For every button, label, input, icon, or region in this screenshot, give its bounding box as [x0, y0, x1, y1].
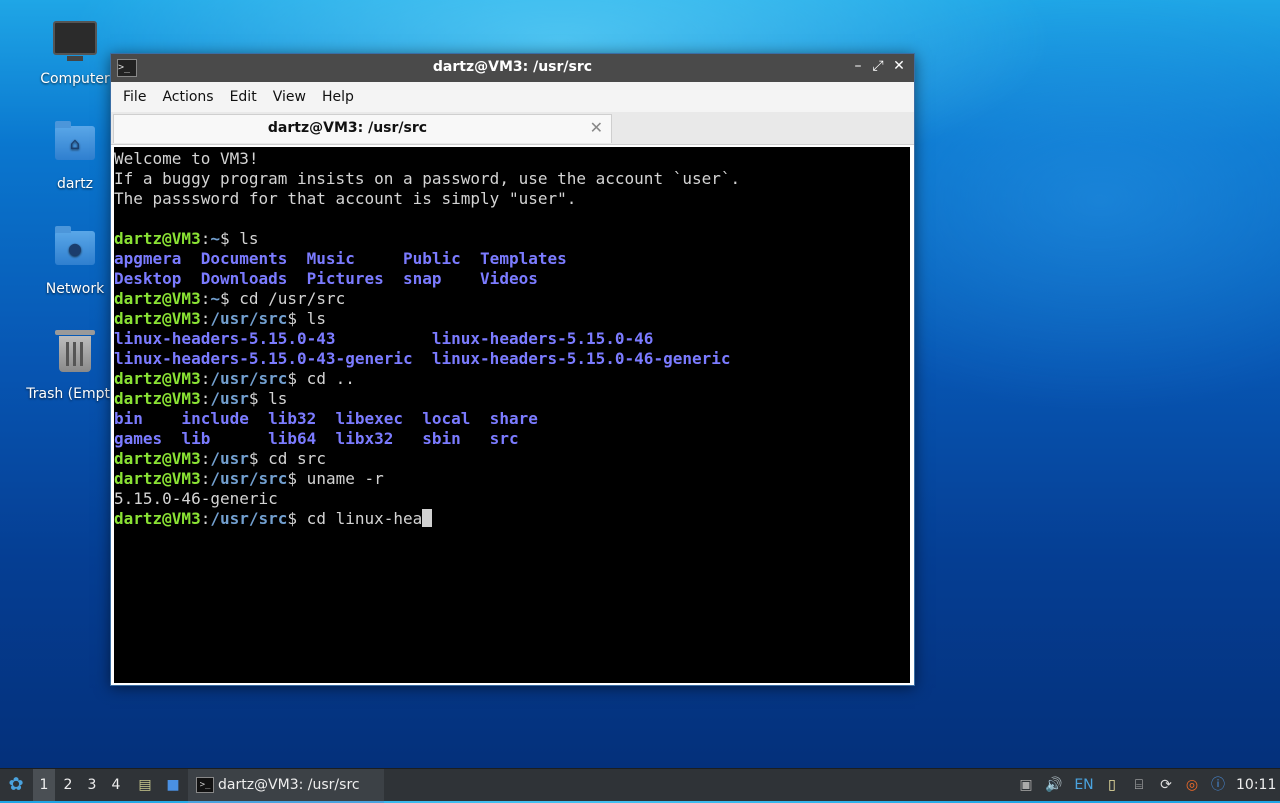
window-title: dartz@VM3: /usr/src — [432, 59, 593, 75]
taskbar: ✿ 1 2 3 4 ▤ ■ >_ dartz@VM3: /usr/src ▣ 🔊… — [0, 768, 1280, 803]
trash-icon — [53, 330, 97, 380]
ls-output: linux-headers-5.15.0-43-generic linux-he… — [114, 349, 731, 368]
clock[interactable]: 10:11 — [1236, 769, 1276, 801]
ls-output: bin include lib32 libexec local share — [114, 409, 538, 428]
menu-actions[interactable]: Actions — [154, 89, 221, 105]
close-button[interactable]: ✕ — [890, 58, 908, 74]
notes-icon[interactable]: ▯ — [1102, 769, 1122, 801]
maximize-button[interactable]: ⤢ — [869, 58, 887, 74]
welcome-line: The passsword for that account is simply… — [114, 189, 577, 208]
volume-icon[interactable]: 🔊 — [1044, 769, 1064, 801]
tab-close-icon[interactable]: ✕ — [590, 118, 603, 137]
workspace-3[interactable]: 3 — [81, 769, 103, 801]
show-desktop-icon[interactable]: ■ — [162, 769, 184, 801]
file-manager-icon[interactable]: ▤ — [134, 769, 156, 801]
ls-output: linux-headers-5.15.0-43 linux-headers-5.… — [114, 329, 654, 348]
menu-file[interactable]: File — [115, 89, 154, 105]
menu-edit[interactable]: Edit — [222, 89, 265, 105]
notification-icon[interactable]: ⓘ — [1208, 769, 1228, 801]
terminal-line: dartz@VM3:~$ cd /usr/src — [114, 289, 346, 308]
keyboard-layout[interactable]: EN — [1072, 769, 1096, 801]
tab-bar: dartz@VM3: /usr/src ✕ — [111, 112, 914, 145]
network-icon[interactable]: ⌸ — [1128, 769, 1150, 801]
menu-bar: File Actions Edit View Help — [111, 82, 914, 112]
command-output: 5.15.0-46-generic — [114, 489, 278, 508]
tab-terminal[interactable]: dartz@VM3: /usr/src ✕ — [113, 114, 612, 143]
terminal-line: dartz@VM3:/usr/src$ cd .. — [114, 369, 355, 388]
workspace-2[interactable]: 2 — [57, 769, 79, 801]
text-cursor — [422, 509, 433, 527]
terminal-line: dartz@VM3:/usr/src$ ls — [114, 309, 326, 328]
update-icon[interactable]: ⟳ — [1156, 769, 1176, 801]
network-folder-icon: ● — [53, 226, 97, 275]
welcome-line: Welcome to VM3! — [114, 149, 259, 168]
minimize-button[interactable]: – — [849, 58, 867, 74]
tab-title: dartz@VM3: /usr/src — [267, 120, 428, 136]
ls-output: games lib lib64 libx32 sbin src — [114, 429, 519, 448]
taskbar-task-terminal[interactable]: >_ dartz@VM3: /usr/src — [188, 769, 384, 803]
home-folder-icon: ⌂ — [53, 121, 97, 170]
start-menu-icon[interactable]: ✿ — [4, 769, 28, 801]
ls-output: apgmera Documents Music Public Templates — [114, 249, 567, 268]
terminal-window: >_ dartz@VM3: /usr/src – ⤢ ✕ File Action… — [110, 53, 915, 686]
terminal-line: dartz@VM3:/usr/src$ uname -r — [114, 469, 384, 488]
terminal-line: dartz@VM3:/usr/src$ cd linux-hea — [114, 509, 910, 529]
task-label: dartz@VM3: /usr/src — [218, 777, 360, 793]
ubuntu-icon[interactable]: ◎ — [1182, 769, 1202, 801]
terminal-line: dartz@VM3:~$ ls — [114, 229, 259, 248]
menu-help[interactable]: Help — [314, 89, 362, 105]
terminal-line: dartz@VM3:/usr$ cd src — [114, 449, 326, 468]
computer-icon — [53, 21, 97, 65]
terminal-output[interactable]: Welcome to VM3! If a buggy program insist… — [114, 147, 910, 683]
workspace-1[interactable]: 1 — [33, 769, 55, 801]
clipboard-icon[interactable]: ▣ — [1016, 769, 1036, 801]
menu-view[interactable]: View — [265, 89, 314, 105]
welcome-line: If a buggy program insists on a password… — [114, 169, 741, 188]
terminal-icon: >_ — [196, 777, 214, 793]
window-titlebar[interactable]: >_ dartz@VM3: /usr/src – ⤢ ✕ — [111, 54, 914, 82]
workspace-4[interactable]: 4 — [105, 769, 127, 801]
ls-output: Desktop Downloads Pictures snap Videos — [114, 269, 538, 288]
terminal-line: dartz@VM3:/usr$ ls — [114, 389, 288, 408]
